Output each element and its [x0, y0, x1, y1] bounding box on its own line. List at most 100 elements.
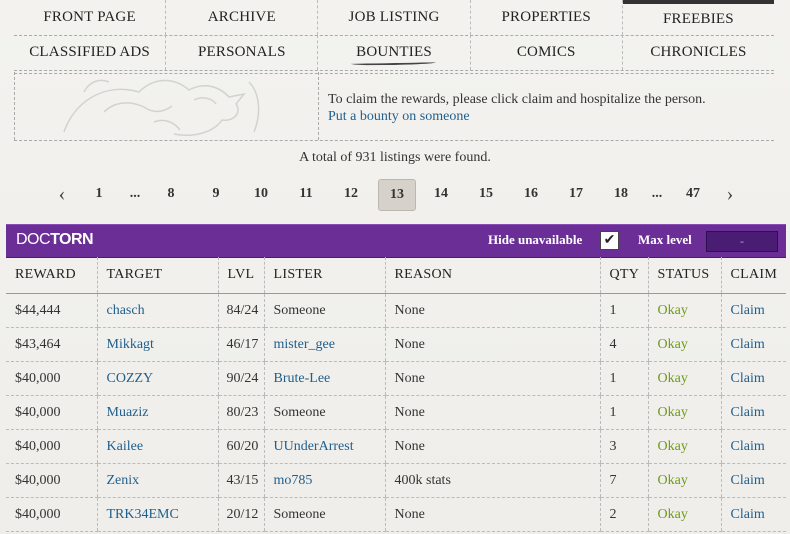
nav-personals[interactable]: PERSONALS [166, 35, 319, 70]
page-link[interactable]: 16 [518, 178, 544, 210]
doctorn-logo: DOCTORN [16, 231, 94, 249]
status-cell: Okay [647, 395, 721, 430]
col-lister[interactable]: LISTER [263, 257, 385, 294]
nav-classified-ads[interactable]: CLASSIFIED ADS [14, 35, 167, 70]
table-row: $40,000 TRK34EMC 20/12 Someone None 2 Okay Clai… [6, 497, 786, 532]
claim-link[interactable]: Claim [720, 395, 786, 430]
nav-freebies[interactable]: FREEBIES [622, 0, 775, 35]
page-link[interactable]: 11 [293, 178, 319, 210]
reward-cell: $40,000 [6, 463, 97, 498]
lister-link[interactable]: Brute-Lee [263, 361, 385, 396]
target-link[interactable]: Zenix [96, 463, 218, 498]
reason-cell: None [384, 497, 600, 532]
table-row: $40,000 Zenix 43/15 mo785 400k stats 7 Okay Cla… [6, 463, 786, 498]
hide-unavailable-checkbox[interactable]: ✔ [600, 231, 619, 250]
nav-row-1: FRONT PAGE ARCHIVE JOB LISTING PROPERTIE… [14, 0, 775, 35]
notice-divider [14, 140, 774, 141]
table-row: $43,464 Mikkagt 46/17 mister_gee None 4 Okay Cl… [6, 327, 786, 362]
put-bounty-link[interactable]: Put a bounty on someone [328, 109, 706, 125]
target-link[interactable]: Muaziz [96, 395, 218, 430]
reward-cell: $40,000 [6, 361, 97, 396]
qty-cell: 2 [599, 497, 648, 532]
page-current[interactable]: 13 [378, 179, 416, 211]
reason-cell: None [384, 395, 600, 430]
reward-cell: $43,464 [6, 327, 97, 362]
target-link[interactable]: chasch [96, 293, 218, 328]
table-row: $40,000 Muaziz 80/23 Someone None 1 Okay Claim [6, 395, 786, 430]
page-link[interactable]: 12 [338, 178, 364, 210]
page-link[interactable]: 8 [161, 178, 181, 210]
target-link[interactable]: COZZY [96, 361, 218, 396]
page-link[interactable]: 14 [428, 178, 454, 210]
col-claim[interactable]: CLAIM [720, 257, 786, 294]
page-link[interactable]: 17 [563, 178, 589, 210]
col-reward[interactable]: REWARD [6, 257, 97, 294]
target-link[interactable]: TRK34EMC [96, 497, 218, 532]
prev-page-icon[interactable]: ‹ [55, 178, 69, 210]
next-page-icon[interactable]: › [723, 178, 737, 210]
reward-cell: $40,000 [6, 395, 97, 430]
filter-bar: DOCTORN Hide unavailable ✔ Max level - [6, 224, 786, 258]
reward-cell: $44,444 [6, 293, 97, 328]
reason-cell: None [384, 361, 600, 396]
bounty-notice: To claim the rewards, please click claim… [14, 72, 774, 140]
lister-link[interactable]: UUnderArrest [263, 429, 385, 464]
col-reason[interactable]: REASON [384, 257, 600, 294]
page-link[interactable]: 10 [248, 178, 274, 210]
reason-cell: None [384, 293, 600, 328]
level-cell: 60/20 [217, 429, 264, 464]
nav-chronicles[interactable]: CHRONICLES [623, 35, 774, 70]
reason-cell: 400k stats [384, 463, 600, 498]
qty-cell: 7 [599, 463, 648, 498]
bounty-table: REWARD TARGET LVL LISTER REASON QTY STAT… [6, 257, 786, 532]
table-row: $40,000 Kailee 60/20 UUnderArrest None 3 Okay C… [6, 429, 786, 464]
max-level-label: Max level [638, 232, 692, 247]
claim-link[interactable]: Claim [720, 497, 786, 532]
col-target[interactable]: TARGET [96, 257, 218, 294]
page-link[interactable]: 15 [473, 178, 499, 210]
page-link[interactable]: 18 [608, 178, 634, 210]
reason-cell: None [384, 429, 600, 464]
nav-comics[interactable]: COMICS [471, 35, 623, 70]
level-cell: 84/24 [217, 293, 264, 328]
max-level-input[interactable]: - [706, 231, 778, 252]
nav-front-page[interactable]: FRONT PAGE [14, 0, 167, 35]
claim-link[interactable]: Claim [720, 327, 786, 362]
griffin-crest-icon [63, 79, 260, 136]
claim-link[interactable]: Claim [720, 463, 786, 498]
reason-cell: None [384, 327, 600, 362]
page-link[interactable]: 9 [206, 178, 226, 210]
nav-job-listing[interactable]: JOB LISTING [318, 0, 471, 35]
nav-bounties[interactable]: BOUNTIES [318, 35, 471, 70]
page-link[interactable]: 47 [680, 178, 706, 210]
col-status[interactable]: STATUS [647, 257, 721, 294]
lister-cell: Someone [263, 293, 385, 328]
nav-properties[interactable]: PROPERTIES [471, 0, 623, 35]
lister-cell: Someone [263, 497, 385, 532]
page-link[interactable]: 1 [89, 178, 109, 210]
lister-link[interactable]: mo785 [263, 463, 385, 498]
page-ellipsis: ... [129, 186, 141, 201]
status-cell: Okay [647, 361, 721, 396]
qty-cell: 1 [599, 293, 648, 328]
level-cell: 46/17 [217, 327, 264, 362]
col-qty[interactable]: QTY [599, 257, 648, 294]
logo-doc: DOC [16, 231, 51, 248]
reward-cell: $40,000 [6, 429, 97, 464]
claim-link[interactable]: Claim [720, 429, 786, 464]
col-lvl[interactable]: LVL [217, 257, 264, 294]
qty-cell: 1 [599, 395, 648, 430]
claim-link[interactable]: Claim [720, 293, 786, 328]
target-link[interactable]: Mikkagt [96, 327, 218, 362]
table-row: $40,000 COZZY 90/24 Brute-Lee None 1 Okay Claim [6, 361, 786, 396]
qty-cell: 1 [599, 361, 648, 396]
lister-link[interactable]: mister_gee [263, 327, 385, 362]
reward-cell: $40,000 [6, 497, 97, 532]
table-row: $44,444 chasch 84/24 Someone None 1 Okay Claim [6, 293, 786, 328]
claim-link[interactable]: Claim [720, 361, 786, 396]
nav-archive[interactable]: ARCHIVE [166, 0, 319, 35]
nav-divider-bottom [14, 70, 774, 71]
target-link[interactable]: Kailee [96, 429, 218, 464]
level-cell: 43/15 [217, 463, 264, 498]
lister-cell: Someone [263, 395, 385, 430]
